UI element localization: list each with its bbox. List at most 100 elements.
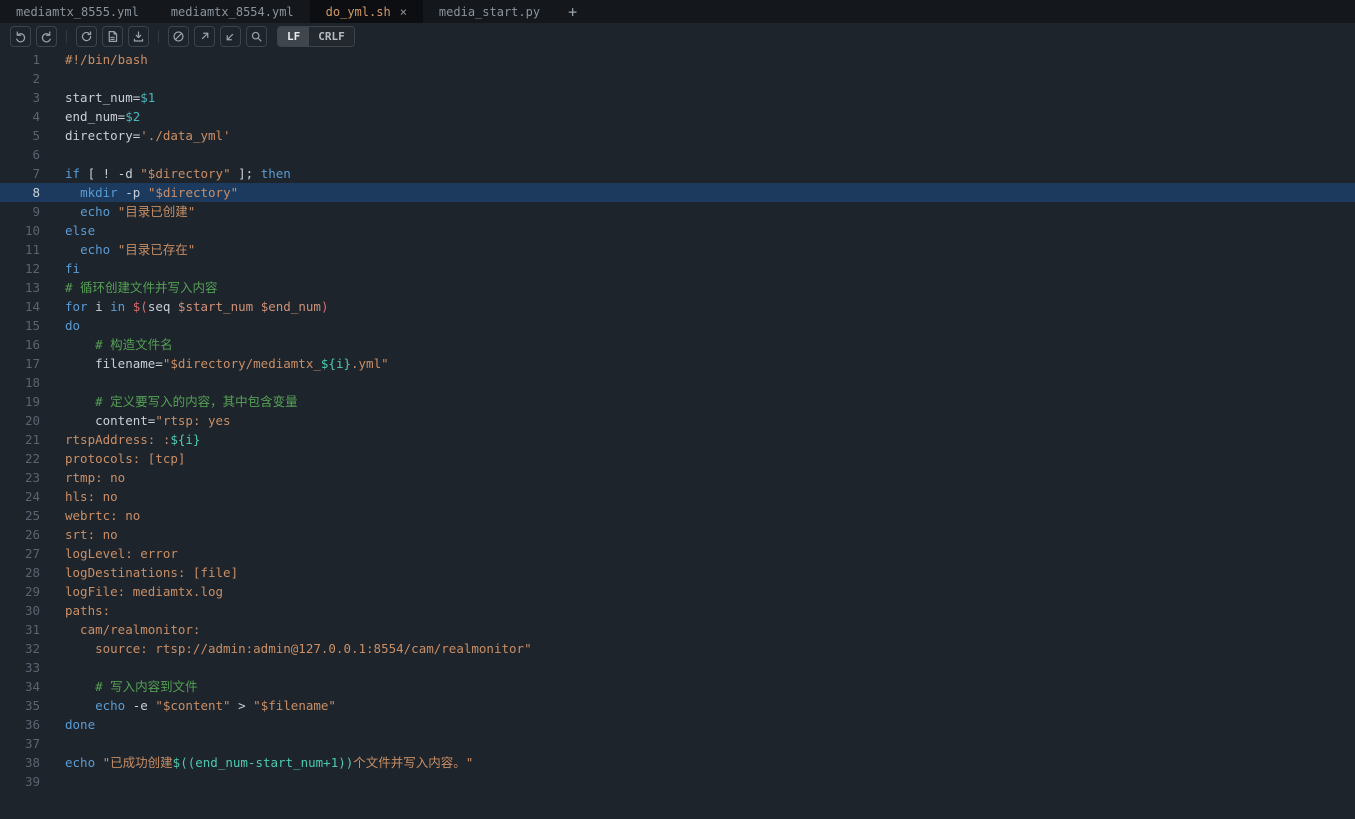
- code-line-26[interactable]: 26 srt: no: [0, 525, 1355, 544]
- toolbar-separator: [66, 29, 67, 43]
- line-number: 15: [24, 318, 40, 333]
- code-line-20[interactable]: 20 content="rtsp: yes: [0, 411, 1355, 430]
- new-tab-button[interactable]: +: [556, 0, 589, 23]
- code-line-14[interactable]: 14 for i in $(seq $start_num $end_num): [0, 297, 1355, 316]
- code-text: done: [65, 717, 96, 732]
- line-number: 13: [24, 280, 40, 295]
- line-number: 34: [24, 679, 40, 694]
- code-line-7[interactable]: 7 if [ ! -d "$directory" ]; then: [0, 164, 1355, 183]
- save-button[interactable]: [102, 25, 123, 47]
- line-number: 25: [24, 508, 40, 523]
- code-text: webrtc: no: [65, 508, 141, 523]
- line-number: 18: [24, 375, 40, 390]
- eol-toggle-group: LF CRLF: [277, 25, 355, 47]
- code-line-23[interactable]: 23 rtmp: no: [0, 468, 1355, 487]
- tab-label: media_start.py: [438, 4, 541, 19]
- code-line-3[interactable]: 3 start_num=$1: [0, 88, 1355, 107]
- line-number: 23: [24, 470, 40, 485]
- crlf-button[interactable]: CRLF: [309, 26, 354, 46]
- line-number: 12: [24, 261, 40, 276]
- tab-do-yml-sh[interactable]: do_yml.sh ×: [309, 0, 423, 23]
- code-line-1[interactable]: 1 #!/bin/bash: [0, 50, 1355, 69]
- code-text: rtspAddress: :${i}: [65, 432, 201, 447]
- clear-format-button[interactable]: [168, 25, 189, 47]
- code-line-16[interactable]: 16 # 构造文件名: [0, 335, 1355, 354]
- line-number: 36: [24, 717, 40, 732]
- line-number: 30: [24, 603, 40, 618]
- open-external-button[interactable]: [194, 25, 215, 47]
- code-text: if [ ! -d "$directory" ]; then: [65, 166, 291, 181]
- code-text: source: rtsp://admin:admin@127.0.0.1:855…: [65, 641, 532, 656]
- lf-button[interactable]: LF: [278, 26, 310, 46]
- tab-media-start-py[interactable]: media_start.py: [423, 0, 556, 23]
- code-text: # 构造文件名: [95, 337, 173, 352]
- search-button[interactable]: [246, 25, 267, 47]
- tab-mediamtx-8554-yml[interactable]: mediamtx_8554.yml: [155, 0, 310, 23]
- code-line-19[interactable]: 19 # 定义要写入的内容，其中包含变量: [0, 392, 1355, 411]
- toolbar-separator: [158, 29, 159, 43]
- code-line-11[interactable]: 11 echo "目录已存在": [0, 240, 1355, 259]
- download-button[interactable]: [128, 25, 149, 47]
- redo-button[interactable]: [36, 25, 57, 47]
- code-line-10[interactable]: 10 else: [0, 221, 1355, 240]
- code-text: else: [65, 223, 96, 238]
- tab-bar: mediamtx_8555.yml mediamtx_8554.yml do_y…: [0, 0, 1355, 23]
- arrow-down-left-icon: [226, 33, 234, 40]
- code-line-29[interactable]: 29 logFile: mediamtx.log: [0, 582, 1355, 601]
- code-line-4[interactable]: 4 end_num=$2: [0, 107, 1355, 126]
- code-line-9[interactable]: 9 echo "目录已创建": [0, 202, 1355, 221]
- code-line-21[interactable]: 21 rtspAddress: :${i}: [0, 430, 1355, 449]
- code-line-35[interactable]: 35 echo -e "$content" > "$filename": [0, 696, 1355, 715]
- code-line-36[interactable]: 36 done: [0, 715, 1355, 734]
- reload-button[interactable]: [76, 25, 97, 47]
- code-line-31[interactable]: 31 cam/realmonitor:: [0, 620, 1355, 639]
- code-text: hls: no: [65, 489, 118, 504]
- line-number: 19: [24, 394, 40, 409]
- code-line-13[interactable]: 13 # 循环创建文件并写入内容: [0, 278, 1355, 297]
- line-number: 6: [32, 147, 40, 162]
- code-line-33[interactable]: 33: [0, 658, 1355, 677]
- code-text: echo -e "$content" > "$filename": [95, 698, 336, 713]
- code-line-39[interactable]: 39: [0, 772, 1355, 791]
- line-number: 33: [24, 660, 40, 675]
- tab-mediamtx-8555-yml[interactable]: mediamtx_8555.yml: [0, 0, 155, 23]
- code-line-27[interactable]: 27 logLevel: error: [0, 544, 1355, 563]
- line-number: 17: [24, 356, 40, 371]
- jump-back-button[interactable]: [220, 25, 241, 47]
- code-line-2[interactable]: 2: [0, 69, 1355, 88]
- code-line-8[interactable]: 8 mkdir -p "$directory": [0, 183, 1355, 202]
- code-line-17[interactable]: 17 filename="$directory/mediamtx_${i}.ym…: [0, 354, 1355, 373]
- code-line-37[interactable]: 37: [0, 734, 1355, 753]
- code-line-28[interactable]: 28 logDestinations: [file]: [0, 563, 1355, 582]
- code-text: rtmp: no: [65, 470, 126, 485]
- code-line-38[interactable]: 38 echo "已成功创建$((end_num-start_num+1))个文件…: [0, 753, 1355, 772]
- code-line-6[interactable]: 6: [0, 145, 1355, 164]
- code-text: do: [65, 318, 81, 333]
- code-line-30[interactable]: 30 paths:: [0, 601, 1355, 620]
- code-line-25[interactable]: 25 webrtc: no: [0, 506, 1355, 525]
- code-editor[interactable]: 1 #!/bin/bash 2 3 start_num=$1 4 end_num=$2 5 di…: [0, 49, 1355, 791]
- code-line-24[interactable]: 24 hls: no: [0, 487, 1355, 506]
- code-line-12[interactable]: 12 fi: [0, 259, 1355, 278]
- undo-button[interactable]: [10, 25, 31, 47]
- code-text: # 定义要写入的内容，其中包含变量: [95, 394, 298, 409]
- code-line-34[interactable]: 34 # 写入内容到文件: [0, 677, 1355, 696]
- code-text: # 循环创建文件并写入内容: [65, 280, 218, 295]
- code-line-22[interactable]: 22 protocols: [tcp]: [0, 449, 1355, 468]
- code-line-32[interactable]: 32 source: rtsp://admin:admin@127.0.0.1:…: [0, 639, 1355, 658]
- download-icon: [133, 30, 144, 42]
- code-line-18[interactable]: 18: [0, 373, 1355, 392]
- document-icon: [108, 30, 118, 42]
- redo-icon: [41, 30, 51, 42]
- code-text: protocols: [tcp]: [65, 451, 186, 466]
- code-line-5[interactable]: 5 directory='./data_yml': [0, 126, 1355, 145]
- code-line-15[interactable]: 15 do: [0, 316, 1355, 335]
- line-number: 14: [24, 299, 40, 314]
- tab-close-icon[interactable]: ×: [400, 5, 407, 19]
- line-number: 1: [32, 52, 40, 67]
